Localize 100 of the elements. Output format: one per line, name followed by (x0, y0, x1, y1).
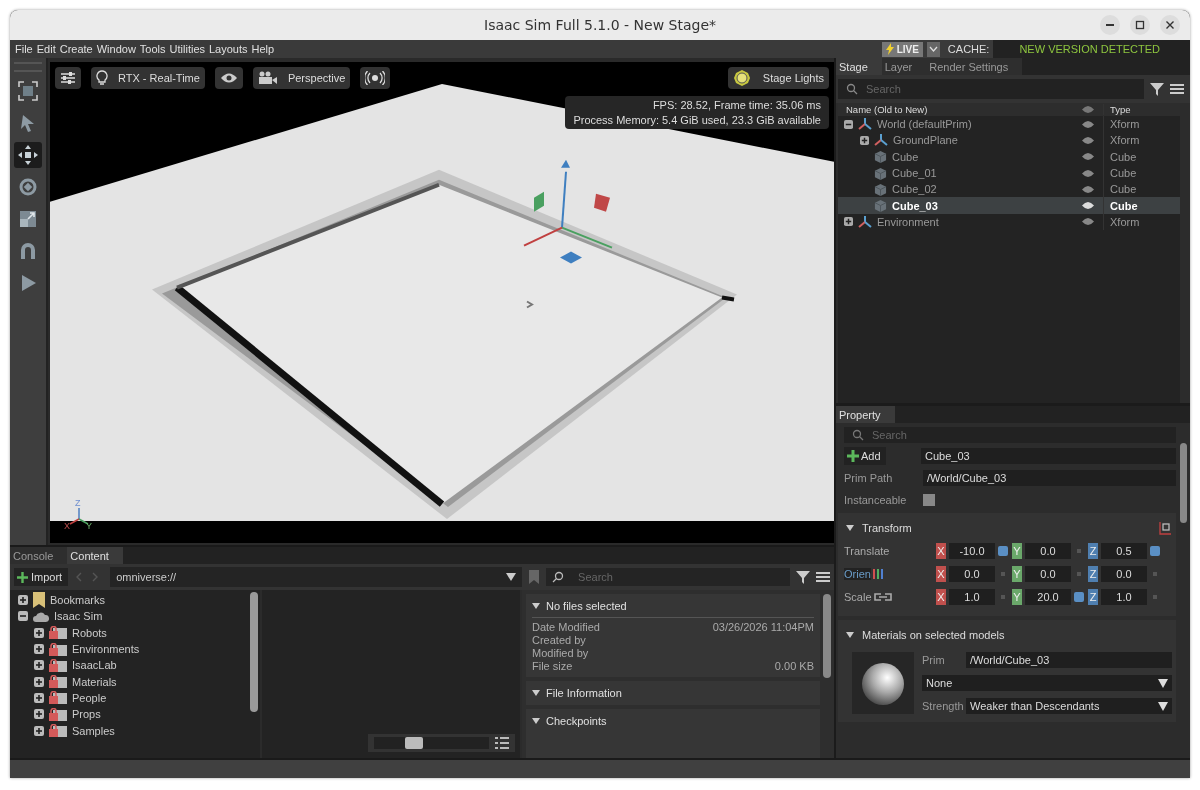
eye-button[interactable] (214, 67, 243, 89)
maximize-button[interactable] (1130, 15, 1150, 35)
menu-item[interactable]: Tools (139, 43, 166, 55)
folder-label[interactable]: People (72, 691, 107, 704)
folder-label[interactable]: Bookmarks (50, 594, 106, 607)
collapse-triangle-icon[interactable] (532, 718, 540, 724)
menu-item[interactable]: Create (59, 43, 93, 55)
collapse-triangle-icon[interactable] (532, 690, 540, 696)
locked-folder-icon (49, 626, 67, 640)
menu-item[interactable]: Help (251, 43, 275, 55)
locked-folder-icon (49, 707, 67, 721)
live-dropdown-button[interactable] (926, 41, 940, 57)
number-field[interactable]: 0.0 (1025, 565, 1071, 582)
list-view-icon[interactable] (494, 737, 509, 749)
menu-item[interactable]: Edit (36, 43, 56, 55)
link-icon[interactable] (873, 591, 892, 602)
folder-label[interactable]: Robots (72, 626, 107, 639)
import-button[interactable]: Import (14, 568, 69, 586)
instanceable-checkbox[interactable] (923, 494, 935, 506)
expander-icon[interactable] (18, 611, 28, 622)
folder-label[interactable]: Environments (72, 643, 140, 656)
bookmark-icon (33, 592, 45, 609)
column-header[interactable]: Type (1103, 104, 1180, 115)
close-button[interactable] (1160, 15, 1180, 35)
panel-tab[interactable]: Layer (881, 58, 927, 75)
rotation-order-icon[interactable] (872, 568, 883, 579)
menu-item[interactable]: Window (96, 43, 136, 55)
expander-icon[interactable] (34, 644, 44, 655)
number-field[interactable]: 0.0 (1101, 565, 1147, 582)
expander-icon[interactable] (844, 119, 853, 129)
stage-lights-button[interactable]: Stage Lights (727, 67, 829, 89)
move-tool-button[interactable] (14, 142, 42, 168)
menu-item[interactable]: Layouts (209, 43, 248, 55)
transform-options-icon[interactable] (1158, 521, 1172, 535)
collapse-triangle-icon[interactable] (846, 525, 854, 531)
expander-icon[interactable] (18, 595, 28, 606)
scrollbar-thumb[interactable] (823, 594, 831, 678)
menu-item[interactable]: Utilities (169, 43, 205, 55)
folder-label[interactable]: IsaacLab (72, 659, 117, 672)
panel-tab[interactable]: Stage (836, 58, 882, 75)
number-field[interactable]: -10.0 (949, 542, 995, 559)
prim-path-field[interactable]: /World/Cube_03 (923, 470, 1176, 486)
folder-label[interactable]: Isaac Sim (54, 610, 103, 623)
tree-row[interactable]: Environment Xform (838, 213, 1180, 231)
column-header[interactable]: Name (Old to New) (838, 104, 1073, 115)
tree-row[interactable]: Cube_03 Cube (838, 197, 1180, 214)
modified-indicator[interactable] (1074, 591, 1084, 602)
expander-icon[interactable] (860, 135, 869, 145)
expander-icon[interactable] (34, 676, 44, 687)
render-button[interactable]: RTX - Real-Time (91, 67, 205, 89)
path-field[interactable]: omniverse:// (110, 567, 523, 587)
number-field[interactable]: 0.5 (1101, 542, 1147, 559)
add-button[interactable]: Add (844, 447, 886, 465)
folder-label[interactable]: Samples (72, 724, 115, 737)
menu-icon[interactable] (1170, 83, 1184, 95)
expander-icon[interactable] (34, 627, 44, 638)
modified-indicator[interactable] (1150, 545, 1160, 556)
audio-button[interactable] (360, 67, 391, 89)
filter-icon[interactable] (796, 570, 810, 584)
collapse-triangle-icon[interactable] (846, 632, 854, 638)
folder-label[interactable]: Materials (72, 675, 117, 688)
camera-button[interactable]: Perspective (252, 67, 351, 89)
expander-icon[interactable] (34, 725, 44, 736)
expander-icon[interactable] (34, 660, 44, 671)
expander-icon[interactable] (34, 692, 44, 703)
panel-tab[interactable]: Property (836, 406, 895, 423)
thumbnail-size-slider[interactable] (373, 737, 489, 749)
search-icon (552, 571, 565, 583)
panel-tab[interactable]: Console (10, 547, 68, 564)
modified-indicator[interactable] (998, 545, 1008, 556)
filter-icon[interactable] (1150, 82, 1164, 96)
folder-label[interactable]: Props (72, 708, 101, 721)
number-field[interactable]: 0.0 (949, 565, 995, 582)
live-button[interactable]: LIVE (881, 41, 923, 57)
panel-tab[interactable]: Render Settings (926, 58, 1023, 75)
menu-item[interactable]: File (15, 43, 33, 55)
minimize-button[interactable] (1100, 15, 1120, 35)
menu-icon[interactable] (816, 571, 830, 583)
move-gizmo-icon[interactable] (523, 159, 613, 264)
tree-row[interactable]: Cube_01 Cube (838, 164, 1180, 182)
expander-icon[interactable] (34, 709, 44, 720)
number-field[interactable]: 20.0 (1025, 588, 1071, 605)
number-field[interactable]: 0.0 (1025, 542, 1071, 559)
number-field[interactable]: 1.0 (1101, 588, 1147, 605)
material-dropdown[interactable]: None (922, 675, 1172, 691)
collapse-triangle-icon[interactable] (532, 603, 540, 609)
tree-row[interactable]: GroundPlane Xform (838, 132, 1180, 149)
slider-thumb[interactable] (404, 737, 423, 749)
tree-row[interactable]: World (defaultPrim) Xform (838, 116, 1180, 133)
prim-field[interactable]: /World/Cube_03 (966, 652, 1172, 668)
expander-icon[interactable] (844, 217, 853, 227)
scrollbar-thumb[interactable] (1180, 443, 1187, 523)
scrollbar-thumb[interactable] (250, 592, 258, 712)
number-field[interactable]: 1.0 (949, 588, 995, 605)
name-field[interactable]: Cube_03 (921, 448, 1176, 464)
panel-tab[interactable]: Content (67, 547, 123, 564)
settings-button[interactable] (55, 67, 81, 89)
minimize-icon (1106, 24, 1114, 26)
tree-row[interactable]: Cube Cube (838, 148, 1180, 165)
strength-dropdown[interactable]: Weaker than Descendants (966, 698, 1172, 714)
